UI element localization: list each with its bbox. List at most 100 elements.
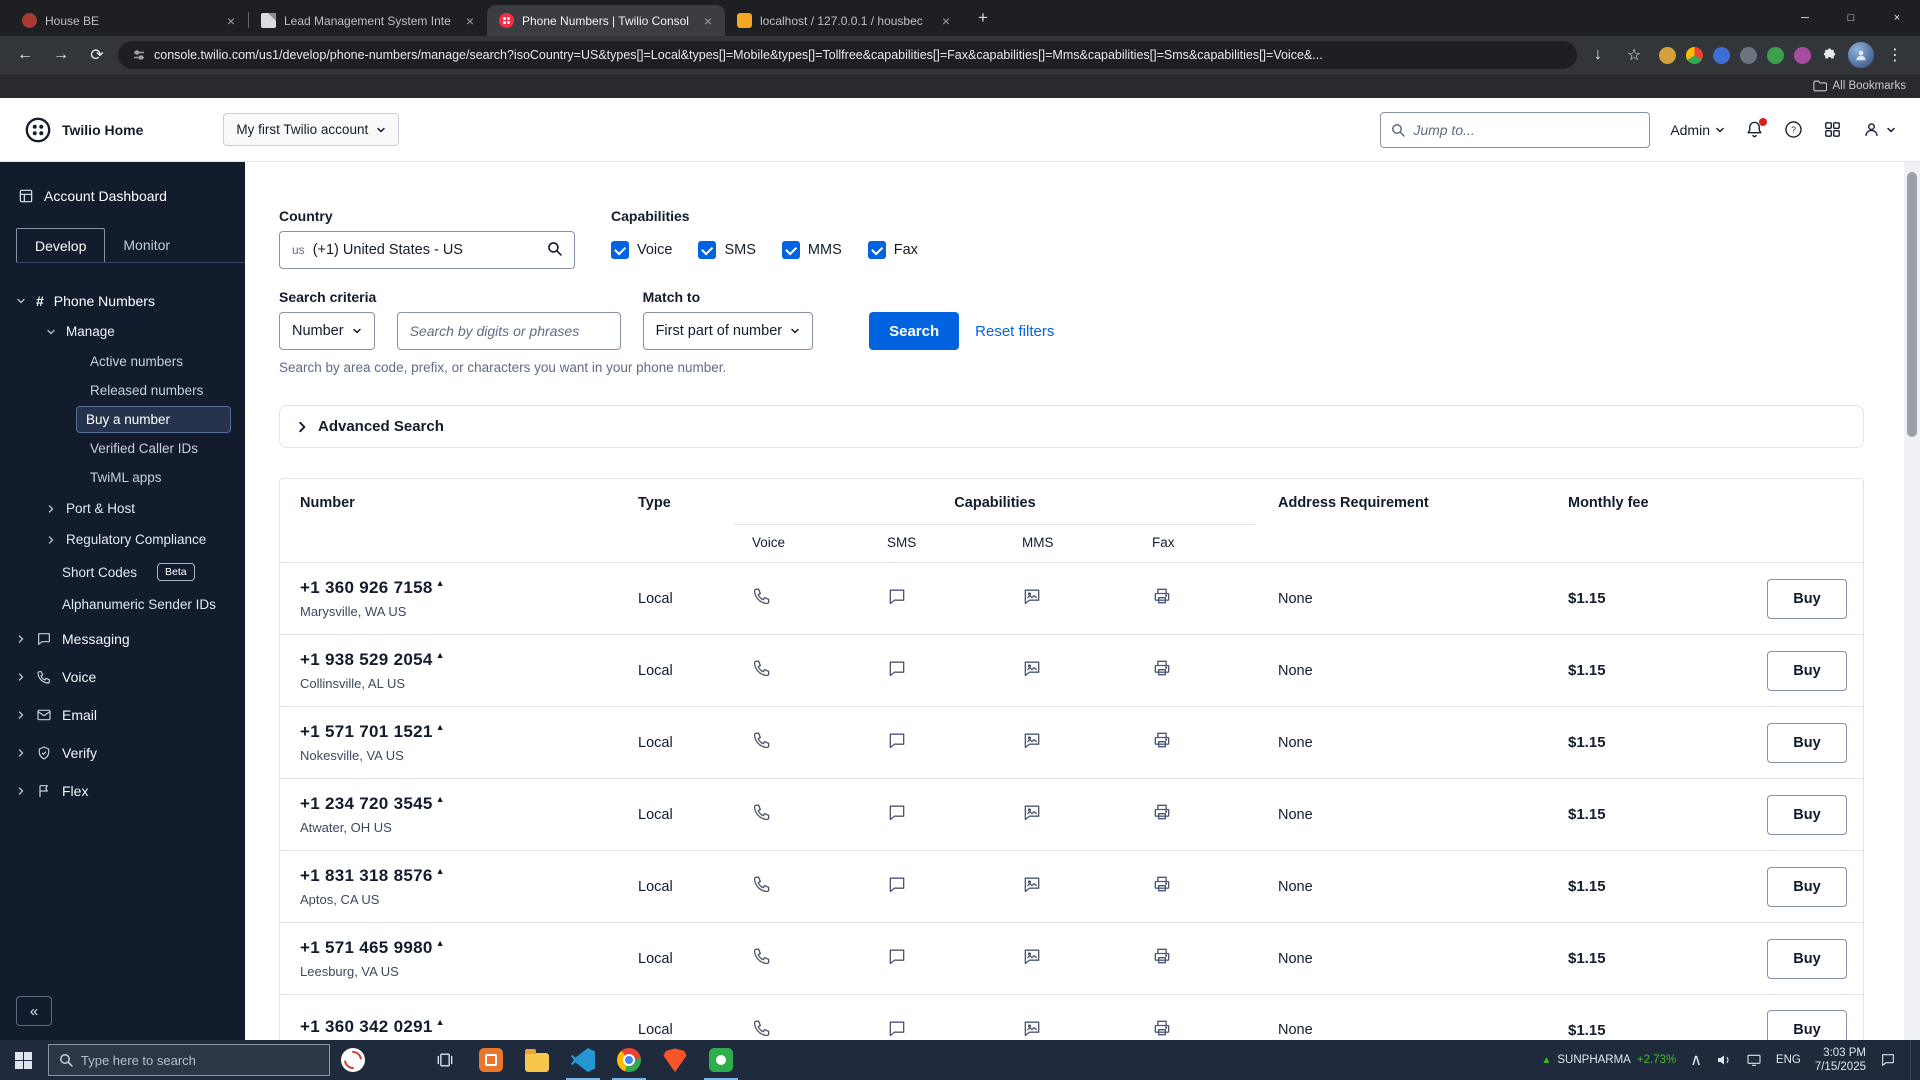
caret-up-icon[interactable]: ▲	[436, 794, 445, 804]
extension-icon[interactable]	[1659, 46, 1676, 64]
taskbar-clock[interactable]: 3:03 PM 7/15/2025	[1815, 1046, 1866, 1074]
network-icon[interactable]	[1746, 1052, 1762, 1068]
caret-up-icon[interactable]: ▲	[436, 722, 445, 732]
buy-button[interactable]: Buy	[1767, 722, 1847, 763]
caret-up-icon[interactable]: ▲	[436, 866, 445, 876]
phone-number[interactable]: +1 571 701 1521	[300, 722, 433, 741]
reset-filters-link[interactable]: Reset filters	[975, 323, 1054, 340]
sidebar-item-active-numbers[interactable]: Active numbers	[80, 348, 231, 375]
forward-icon[interactable]: →	[46, 40, 76, 70]
tab-develop[interactable]: Develop	[16, 228, 106, 262]
puzzle-extensions-icon[interactable]	[1821, 47, 1838, 64]
sidebar-item-phone-numbers[interactable]: # Phone Numbers	[0, 285, 245, 317]
show-desktop-button[interactable]	[1910, 1040, 1916, 1080]
file-explorer-icon[interactable]	[514, 1040, 560, 1080]
extension-icon[interactable]	[1794, 46, 1811, 64]
phone-number[interactable]: +1 571 465 9980	[300, 938, 433, 957]
sidebar-item-released-numbers[interactable]: Released numbers	[80, 377, 231, 404]
sidebar-item-verify[interactable]: Verify	[0, 734, 245, 772]
sidebar-item-voice[interactable]: Voice	[0, 658, 245, 696]
download-icon[interactable]: ↓	[1583, 40, 1613, 70]
brave-icon[interactable]	[652, 1040, 698, 1080]
sidebar-item-account-dashboard[interactable]: Account Dashboard	[0, 162, 245, 214]
site-info-icon[interactable]	[132, 48, 146, 62]
tab-monitor[interactable]: Monitor	[105, 228, 188, 262]
caret-up-icon[interactable]: ▲	[436, 650, 445, 660]
phone-number[interactable]: +1 234 720 3545	[300, 794, 433, 813]
digits-search-input[interactable]	[396, 312, 621, 350]
green-app-icon[interactable]	[698, 1040, 744, 1080]
shield-extension-icon[interactable]	[1740, 46, 1757, 64]
phone-number[interactable]: +1 360 342 0291	[300, 1017, 433, 1036]
new-tab-button[interactable]: +	[969, 4, 997, 32]
tab-close-icon[interactable]: ×	[699, 12, 717, 30]
apps-grid-icon[interactable]	[1823, 120, 1842, 139]
extension-icon[interactable]	[1686, 46, 1703, 64]
chrome-icon[interactable]	[606, 1040, 652, 1080]
jump-to-search[interactable]	[1380, 111, 1651, 148]
tab-close-icon[interactable]: ×	[461, 12, 479, 30]
window-maximize-button[interactable]: □	[1828, 0, 1874, 36]
twilio-home-link[interactable]: Twilio Home	[24, 116, 143, 144]
caret-up-icon[interactable]: ▲	[436, 1017, 445, 1027]
sidebar-item-manage[interactable]: Manage	[0, 317, 245, 346]
pencil-app-icon[interactable]	[376, 1040, 422, 1080]
scrollbar-thumb[interactable]	[1907, 172, 1917, 437]
capability-fax-checkbox[interactable]: Fax	[867, 241, 918, 259]
window-close-button[interactable]: ×	[1874, 0, 1920, 36]
taskbar-search-input[interactable]	[81, 1052, 319, 1068]
sidebar-item-email[interactable]: Email	[0, 696, 245, 734]
tab-lead-management[interactable]: Lead Management System Inte ×	[249, 5, 487, 36]
tab-house-be[interactable]: House BE ×	[10, 5, 248, 36]
buy-button[interactable]: Buy	[1767, 794, 1847, 835]
sidebar-collapse-button[interactable]: «	[16, 996, 52, 1026]
back-icon[interactable]: ←	[10, 40, 40, 70]
buy-button[interactable]: Buy	[1767, 578, 1847, 619]
phone-number[interactable]: +1 360 926 7158	[300, 578, 433, 597]
capability-sms-checkbox[interactable]: SMS	[698, 241, 756, 259]
volume-icon[interactable]	[1716, 1052, 1732, 1068]
buy-button[interactable]: Buy	[1767, 1010, 1847, 1040]
account-selector[interactable]: My first Twilio account	[223, 113, 400, 146]
advanced-search-toggle[interactable]: Advanced Search	[279, 405, 1864, 448]
caret-up-icon[interactable]: ▲	[436, 578, 445, 588]
orange-app-icon[interactable]	[468, 1040, 514, 1080]
taskbar-search-box[interactable]	[48, 1044, 330, 1076]
sidebar-item-short-codes[interactable]: Short Codes Beta	[0, 555, 245, 589]
extension-icon[interactable]	[1767, 46, 1784, 64]
buy-button[interactable]: Buy	[1767, 650, 1847, 691]
admin-menu[interactable]: Admin	[1670, 122, 1725, 138]
sidebar-item-buy-a-number[interactable]: Buy a number	[76, 406, 231, 433]
start-button[interactable]	[0, 1040, 46, 1080]
bookmark-star-icon[interactable]: ☆	[1619, 40, 1649, 70]
task-view-icon[interactable]	[422, 1040, 468, 1080]
window-minimize-button[interactable]: ─	[1782, 0, 1828, 36]
profile-avatar[interactable]	[1848, 42, 1874, 68]
page-scrollbar[interactable]	[1904, 162, 1920, 1040]
hidden-icons-chevron[interactable]: ∧	[1690, 1050, 1702, 1070]
browser-menu-icon[interactable]: ⋮	[1880, 40, 1910, 70]
search-button[interactable]: Search	[869, 312, 960, 350]
sidebar-item-verified-caller-ids[interactable]: Verified Caller IDs	[80, 435, 231, 462]
tab-close-icon[interactable]: ×	[937, 12, 955, 30]
language-indicator[interactable]: ENG	[1776, 1054, 1801, 1066]
address-bar[interactable]: console.twilio.com/us1/develop/phone-num…	[118, 41, 1577, 69]
buy-button[interactable]: Buy	[1767, 866, 1847, 907]
stock-ticker-widget[interactable]: ▲ SUNPHARMA +2.73%	[1541, 1054, 1676, 1066]
criteria-select[interactable]: Number	[279, 312, 375, 350]
jump-to-input[interactable]	[1413, 121, 1640, 138]
user-menu[interactable]	[1862, 120, 1896, 139]
sidebar-item-twiml-apps[interactable]: TwiML apps	[80, 464, 231, 491]
phone-number[interactable]: +1 938 529 2054	[300, 650, 433, 669]
sidebar-item-messaging[interactable]: Messaging	[0, 620, 245, 658]
all-bookmarks-label[interactable]: All Bookmarks	[1833, 80, 1907, 92]
notifications-button[interactable]	[1745, 118, 1767, 139]
sidebar-item-alphanumeric-sender-ids[interactable]: Alphanumeric Sender IDs	[0, 589, 245, 620]
action-center-icon[interactable]	[1880, 1052, 1896, 1068]
extension-icon[interactable]	[1713, 46, 1730, 64]
sidebar-item-port-host[interactable]: Port & Host	[0, 493, 245, 524]
buy-button[interactable]: Buy	[1767, 938, 1847, 979]
sidebar-item-regulatory-compliance[interactable]: Regulatory Compliance	[0, 524, 245, 555]
vscode-icon[interactable]	[560, 1040, 606, 1080]
tab-close-icon[interactable]: ×	[222, 12, 240, 30]
